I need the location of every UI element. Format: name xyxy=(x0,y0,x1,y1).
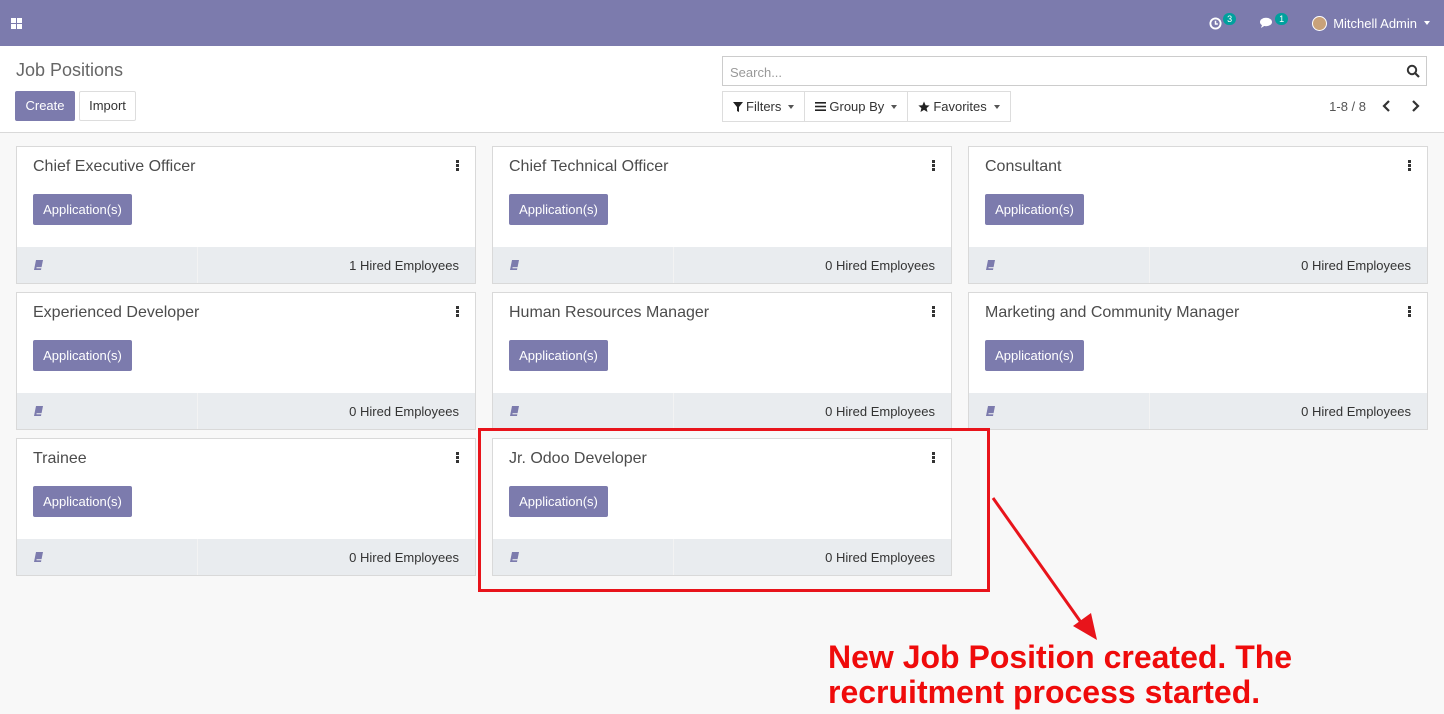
activity-badge: 3 xyxy=(1223,13,1237,25)
kebab-menu-icon[interactable] xyxy=(456,452,459,464)
groupby-label: Group By xyxy=(829,99,885,114)
search-input[interactable] xyxy=(728,57,1382,87)
hired-employees-count: 0 Hired Employees xyxy=(825,404,935,419)
applications-button[interactable]: Application(s) xyxy=(33,486,132,517)
groupby-button[interactable]: Group By xyxy=(804,91,909,122)
control-panel: Job Positions Create Import Filters Grou… xyxy=(0,46,1444,133)
card-footer-left xyxy=(969,247,1150,283)
user-name: Mitchell Admin xyxy=(1333,15,1417,31)
card-footer: 1 Hired Employees xyxy=(17,247,475,283)
card-title[interactable]: Chief Executive Officer xyxy=(33,158,195,176)
card-footer-left xyxy=(17,247,198,283)
messages-menu[interactable]: 1 xyxy=(1260,13,1289,29)
search-bar xyxy=(722,56,1427,87)
filters-label: Filters xyxy=(746,99,782,114)
book-icon[interactable] xyxy=(34,406,43,416)
card-footer-left xyxy=(969,393,1150,429)
bars-icon xyxy=(815,102,827,111)
kebab-menu-icon[interactable] xyxy=(1408,306,1411,318)
book-icon[interactable] xyxy=(34,552,43,562)
kanban-card[interactable]: Experienced Developer Application(s) 0 H… xyxy=(16,292,476,430)
kanban-card[interactable]: Consultant Application(s) 0 Hired Employ… xyxy=(968,146,1428,284)
hired-employees-count: 0 Hired Employees xyxy=(349,404,459,419)
activity-menu[interactable]: 3 xyxy=(1209,13,1237,30)
messages-badge: 1 xyxy=(1275,13,1289,25)
caret-down-icon xyxy=(993,104,1000,109)
create-button[interactable]: Create xyxy=(15,91,75,121)
card-footer-left xyxy=(17,539,198,575)
card-footer-left xyxy=(493,247,674,283)
avatar xyxy=(1312,15,1328,31)
book-icon[interactable] xyxy=(510,406,519,416)
pager-value[interactable]: 1-8 / 8 xyxy=(1329,99,1366,114)
favorites-label: Favorites xyxy=(933,99,987,114)
applications-button[interactable]: Application(s) xyxy=(33,194,132,225)
star-icon xyxy=(918,101,930,112)
card-footer: 0 Hired Employees xyxy=(493,247,951,283)
pager: 1-8 / 8 xyxy=(1329,91,1422,121)
favorites-button[interactable]: Favorites xyxy=(907,91,1011,122)
kanban-card[interactable]: Human Resources Manager Application(s) 0… xyxy=(492,292,952,430)
clock-icon xyxy=(1209,16,1222,30)
applications-button[interactable]: Application(s) xyxy=(985,194,1084,225)
hired-employees-count: 0 Hired Employees xyxy=(1301,258,1411,273)
annotation-text: New Job Position created. The recruitmen… xyxy=(828,640,1292,710)
book-icon[interactable] xyxy=(986,260,995,270)
annotation-arrow xyxy=(991,497,1097,640)
applications-button[interactable]: Application(s) xyxy=(33,340,132,371)
annotation-line-1: New Job Position created. The xyxy=(828,639,1293,675)
search-options: Filters Group By Favorites xyxy=(722,91,1011,122)
hired-employees-count: 1 Hired Employees xyxy=(349,258,459,273)
highlight-box xyxy=(478,428,990,592)
hired-employees-count: 0 Hired Employees xyxy=(349,550,459,565)
kebab-menu-icon[interactable] xyxy=(456,306,459,318)
navbar-systray: 3 1 Mitchell Admin xyxy=(1209,0,1430,46)
kanban-card[interactable]: Trainee Application(s) 0 Hired Employees xyxy=(16,438,476,576)
annotation-line-2: recruitment process started. xyxy=(828,674,1261,710)
card-title[interactable]: Chief Technical Officer xyxy=(509,158,668,176)
kanban-card[interactable]: Chief Executive Officer Application(s) 1… xyxy=(16,146,476,284)
search-icon[interactable] xyxy=(1406,64,1420,78)
card-footer: 0 Hired Employees xyxy=(17,393,475,429)
user-menu[interactable]: Mitchell Admin xyxy=(1312,15,1430,31)
card-title[interactable]: Human Resources Manager xyxy=(509,304,709,322)
card-footer: 0 Hired Employees xyxy=(969,247,1427,283)
import-button[interactable]: Import xyxy=(79,91,136,121)
card-title[interactable]: Trainee xyxy=(33,450,87,468)
filter-icon xyxy=(733,101,743,112)
book-icon[interactable] xyxy=(510,260,519,270)
kebab-menu-icon[interactable] xyxy=(456,160,459,172)
kebab-menu-icon[interactable] xyxy=(1408,160,1411,172)
kebab-menu-icon[interactable] xyxy=(932,306,935,318)
hired-employees-count: 0 Hired Employees xyxy=(1301,404,1411,419)
apps-menu-icon[interactable] xyxy=(11,18,22,29)
card-footer-left xyxy=(17,393,198,429)
card-footer: 0 Hired Employees xyxy=(17,539,475,575)
kanban-card[interactable]: Chief Technical Officer Application(s) 0… xyxy=(492,146,952,284)
card-footer: 0 Hired Employees xyxy=(493,393,951,429)
top-navbar: 3 1 Mitchell Admin xyxy=(0,0,1444,46)
chevron-left-icon[interactable] xyxy=(1380,99,1394,113)
applications-button[interactable]: Application(s) xyxy=(985,340,1084,371)
chevron-right-icon[interactable] xyxy=(1408,99,1422,113)
filters-button[interactable]: Filters xyxy=(722,91,806,122)
applications-button[interactable]: Application(s) xyxy=(509,340,608,371)
caret-down-icon xyxy=(891,104,898,109)
caret-down-icon xyxy=(788,104,795,109)
card-title[interactable]: Experienced Developer xyxy=(33,304,199,322)
card-footer-left xyxy=(493,393,674,429)
book-icon[interactable] xyxy=(986,406,995,416)
page-title: Job Positions xyxy=(16,60,124,80)
card-title[interactable]: Marketing and Community Manager xyxy=(985,304,1239,322)
applications-button[interactable]: Application(s) xyxy=(509,194,608,225)
chat-icon xyxy=(1260,17,1273,28)
caret-down-icon xyxy=(1424,21,1430,25)
book-icon[interactable] xyxy=(34,260,43,270)
hired-employees-count: 0 Hired Employees xyxy=(825,258,935,273)
card-title[interactable]: Consultant xyxy=(985,158,1062,176)
kebab-menu-icon[interactable] xyxy=(932,160,935,172)
kanban-card[interactable]: Marketing and Community Manager Applicat… xyxy=(968,292,1428,430)
card-footer: 0 Hired Employees xyxy=(969,393,1427,429)
